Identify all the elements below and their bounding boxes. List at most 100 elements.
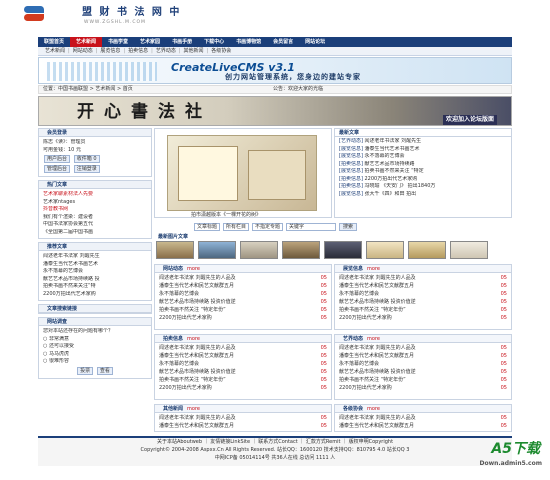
site-logo[interactable] bbox=[20, 6, 48, 22]
news-item[interactable]: 潘泰生当代艺术和民艺文献群五月 05 bbox=[159, 282, 327, 290]
news-item[interactable]: 潘泰生当代艺术和民艺文献群五月 05 bbox=[159, 422, 327, 430]
subnav-item[interactable]: 网站动态 bbox=[70, 48, 96, 55]
vote-button[interactable]: 投票 bbox=[77, 366, 94, 375]
hot-item[interactable]: 艺术家聊素材法人先要 bbox=[43, 191, 147, 199]
footer-links[interactable]: 关于本站Aboutweb ｜ 友情链接LinkSite ｜ 联系方式Contac… bbox=[38, 438, 512, 446]
news-item[interactable]: 2200万拍出代艺术家购 05 bbox=[339, 314, 507, 322]
hot-item[interactable]: 抖音教书网 bbox=[43, 206, 147, 214]
news-item[interactable]: 永不落幕的艺博会 05 bbox=[339, 360, 507, 368]
news-item[interactable]: 闻述老年书法家 刘醒先生的人品及 05 bbox=[339, 344, 507, 352]
news-item[interactable]: 拍卖书画不然关注 “特定年份” 05 bbox=[339, 376, 507, 384]
news-item[interactable]: 献艺艺术品市场持续路 投资价值逆 05 bbox=[159, 368, 327, 376]
hot-item[interactable]: 中国书法家协会第五代 bbox=[43, 221, 147, 229]
recommend-item[interactable]: 永不落幕的艺博会 bbox=[43, 268, 147, 276]
hot-item[interactable]: 《全国第二届中国书画 bbox=[43, 229, 147, 237]
calligraphy-banner[interactable]: 开心書法社 欢迎加入论坛版面 bbox=[38, 96, 512, 126]
latest-item[interactable]: [拍卖信息] 献艺艺术品市场持续路 bbox=[339, 161, 507, 169]
news-item[interactable]: 潘泰生当代艺术和民艺文献群五月 05 bbox=[339, 352, 507, 360]
picture-thumb[interactable] bbox=[156, 241, 194, 259]
survey-option[interactable]: ○ 还可以接受 bbox=[43, 343, 147, 351]
subnav-item[interactable]: 其他新闻 bbox=[181, 48, 207, 55]
picture-thumb[interactable] bbox=[198, 241, 236, 259]
nav-item[interactable]: 书画学堂 bbox=[102, 37, 134, 47]
picture-thumb[interactable] bbox=[282, 241, 320, 259]
more-link[interactable]: more bbox=[187, 266, 200, 272]
recommend-item[interactable]: 闻述老年书法家 刘醒先生 bbox=[43, 253, 147, 261]
search-topic-select[interactable]: 不指定专题 bbox=[252, 222, 284, 231]
subnav-item[interactable]: 艺术新闻 bbox=[42, 48, 68, 55]
latest-item[interactable]: [展览信息] 拍卖书画不然来关注 “特定 bbox=[339, 168, 507, 176]
more-link[interactable]: more bbox=[367, 266, 380, 272]
news-item[interactable]: 潘泰生当代艺术和民艺文献群五月 05 bbox=[339, 282, 507, 290]
nav-item[interactable]: 下载中心 bbox=[198, 37, 230, 47]
admin-panel-button[interactable]: 管理后台 bbox=[44, 165, 71, 173]
nav-item[interactable]: 书画博物馆 bbox=[230, 37, 267, 47]
search-button[interactable]: 搜索 bbox=[339, 222, 358, 231]
view-results-button[interactable]: 查看 bbox=[96, 366, 113, 375]
subnav-item[interactable]: 艺界动态 bbox=[153, 48, 179, 55]
news-item[interactable]: 献艺艺术品市场持续路 投资价值逆 05 bbox=[339, 368, 507, 376]
forum-badge[interactable]: 欢迎加入论坛版面 bbox=[442, 115, 497, 125]
news-item[interactable]: 闻述老年书法家 刘醒先生的人品及 05 bbox=[159, 274, 327, 282]
news-item[interactable]: 闻述老年书法家 刘醒先生的人品及 05 bbox=[159, 344, 327, 352]
hot-item[interactable]: 艺术家ntages bbox=[43, 199, 147, 207]
news-item[interactable]: 拍卖书画不然关注 “特定年份” 05 bbox=[159, 306, 327, 314]
cms-banner[interactable]: CreateLiveCMS v3.1 创力网站管理系统，您身边的建站专家 bbox=[38, 57, 512, 84]
featured-image[interactable] bbox=[167, 135, 317, 211]
featured-caption[interactable]: 拍市潇越版本《一棵开花的树》 bbox=[191, 212, 261, 219]
news-item[interactable]: 永不落幕的艺博会 05 bbox=[339, 290, 507, 298]
news-item[interactable]: 永不落幕的艺博会 05 bbox=[159, 360, 327, 368]
subnav-item[interactable]: 各级协会 bbox=[208, 48, 234, 55]
more-link[interactable]: more bbox=[187, 336, 200, 342]
news-item[interactable]: 闻述老年书法家 刘醒先生的人品及 05 bbox=[339, 414, 507, 422]
nav-item[interactable]: 艺术家园 bbox=[134, 37, 166, 47]
nav-item[interactable]: 书画手册 bbox=[166, 37, 198, 47]
more-link[interactable]: more bbox=[367, 336, 380, 342]
news-item[interactable]: 献艺艺术品市场持续路 投资价值逆 05 bbox=[339, 298, 507, 306]
news-item[interactable]: 闻述老年书法家 刘醒先生的人品及 05 bbox=[159, 414, 327, 422]
subnav-item[interactable]: 拍卖信息 bbox=[125, 48, 151, 55]
nav-item[interactable]: 联盟首页 bbox=[38, 37, 70, 47]
nav-item-active[interactable]: 艺术新闻 bbox=[70, 37, 103, 47]
news-item[interactable]: 潘泰生当代艺术和民艺文献群五月 05 bbox=[339, 422, 507, 430]
more-link[interactable]: more bbox=[367, 406, 380, 412]
recommend-item[interactable]: 潘泰生当代艺术书画艺术 bbox=[43, 261, 147, 269]
survey-option[interactable]: ○ 很难形容 bbox=[43, 358, 147, 366]
search-keyword-input[interactable]: 关键字 bbox=[286, 222, 337, 231]
picture-thumb[interactable] bbox=[408, 241, 446, 259]
news-item[interactable]: 永不落幕的艺博会 05 bbox=[159, 290, 327, 298]
latest-item[interactable]: [艺界动态] 闻述老年书法家 刘醒先生 bbox=[339, 138, 507, 146]
recommend-item[interactable]: 拍卖书画不然来关注“特 bbox=[43, 283, 147, 291]
latest-item[interactable]: [展览信息] 张大千《四》和田 拍出 bbox=[339, 191, 507, 199]
latest-item[interactable]: [展览信息] 永不落幕的艺博会 bbox=[339, 153, 507, 161]
news-item[interactable]: 拍卖书画不然关注 “特定年份” 05 bbox=[159, 376, 327, 384]
logout-button[interactable]: 注销登录 bbox=[73, 165, 100, 173]
nav-item[interactable]: 网站论坛 bbox=[299, 37, 331, 47]
search-category-select[interactable]: 所有栏目 bbox=[223, 222, 250, 231]
hot-item[interactable]: 我们有个渲染：建设者 bbox=[43, 214, 147, 222]
news-item[interactable]: 2200万拍出代艺术家购 05 bbox=[339, 384, 507, 392]
search-field-select[interactable]: 文章标题 bbox=[194, 222, 221, 231]
picture-thumb[interactable] bbox=[324, 241, 362, 259]
news-item[interactable]: 2200万拍出代艺术家购 05 bbox=[159, 384, 327, 392]
user-panel-button[interactable]: 用户后台 bbox=[44, 155, 71, 163]
news-item[interactable]: 潘泰生当代艺术和民艺文献群五月 05 bbox=[159, 352, 327, 360]
more-link[interactable]: more bbox=[187, 406, 200, 412]
news-item[interactable]: 闻述老年书法家 刘醒先生的人品及 05 bbox=[339, 274, 507, 282]
picture-thumb[interactable] bbox=[366, 241, 404, 259]
latest-item[interactable]: [拍卖信息] 2200万拍出代艺术家购 bbox=[339, 176, 507, 184]
latest-item[interactable]: [拍卖信息] 冯晓瑜 《天安门》 拍出1840万 bbox=[339, 183, 507, 191]
recommend-item[interactable]: 2200万拍出代艺术家购 bbox=[43, 291, 147, 299]
recommend-item[interactable]: 献艺艺术品市场持续路 投 bbox=[43, 276, 147, 284]
survey-option[interactable]: ○ 马马虎虎 bbox=[43, 351, 147, 359]
news-item[interactable]: 2200万拍出代艺术家购 05 bbox=[159, 314, 327, 322]
picture-thumb[interactable] bbox=[450, 241, 488, 259]
latest-item[interactable]: [展览信息] 潘泰生当代艺术书画艺术 bbox=[339, 146, 507, 154]
nav-item[interactable]: 会员留言 bbox=[267, 37, 299, 47]
picture-thumb[interactable] bbox=[240, 241, 278, 259]
survey-option[interactable]: ○ 非常满意 bbox=[43, 336, 147, 344]
subnav-item[interactable]: 展览信息 bbox=[97, 48, 123, 55]
inbox-button[interactable]: 收件箱 0 bbox=[73, 155, 100, 163]
news-item[interactable]: 献艺艺术品市场持续路 投资价值逆 05 bbox=[159, 298, 327, 306]
news-item[interactable]: 拍卖书画不然关注 “特定年份” 05 bbox=[339, 306, 507, 314]
